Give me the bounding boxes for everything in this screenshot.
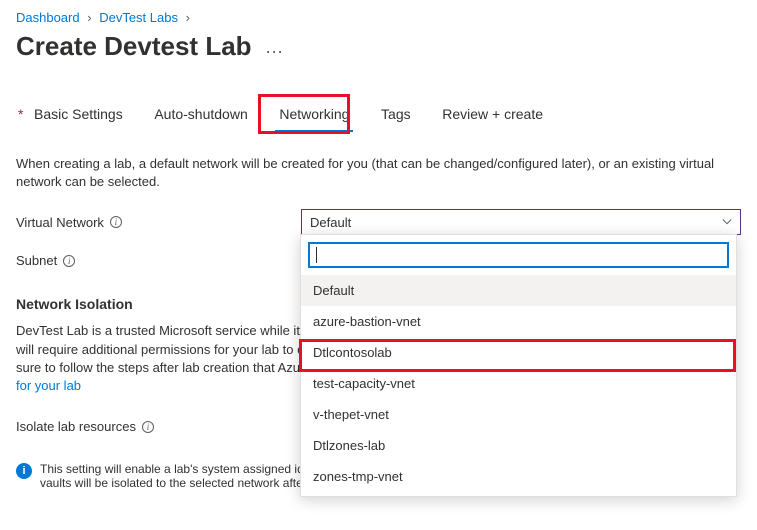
dropdown-option-test-capacity-vnet[interactable]: test-capacity-vnet bbox=[301, 368, 736, 399]
vnet-select[interactable]: Default bbox=[301, 209, 741, 235]
chevron-down-icon bbox=[722, 217, 732, 227]
info-icon[interactable]: i bbox=[110, 216, 122, 228]
tab-description: When creating a lab, a default network w… bbox=[16, 155, 736, 191]
breadcrumb-separator: › bbox=[87, 10, 91, 25]
tabs: Basic Settings Auto-shutdown Networking … bbox=[16, 98, 741, 133]
vnet-dropdown-panel: Default azure-bastion-vnet Dtlcontosolab… bbox=[300, 234, 737, 497]
dropdown-option-v-thepet-vnet[interactable]: v-thepet-vnet bbox=[301, 399, 736, 430]
field-virtual-network: Virtual Network i Default bbox=[16, 209, 741, 235]
vnet-label: Virtual Network i bbox=[16, 215, 301, 230]
breadcrumb: Dashboard › DevTest Labs › bbox=[16, 10, 741, 25]
tab-basic-settings[interactable]: Basic Settings bbox=[16, 98, 137, 132]
tab-networking[interactable]: Networking bbox=[265, 98, 363, 132]
dropdown-options-list: Default azure-bastion-vnet Dtlcontosolab… bbox=[301, 275, 736, 496]
page-header: Create Devtest Lab ··· bbox=[16, 31, 741, 62]
isolate-label-text: Isolate lab resources bbox=[16, 419, 136, 434]
page-title: Create Devtest Lab bbox=[16, 31, 252, 62]
dropdown-option-azure-bastion-vnet[interactable]: azure-bastion-vnet bbox=[301, 306, 736, 337]
breadcrumb-item-dashboard[interactable]: Dashboard bbox=[16, 10, 80, 25]
dropdown-search-input[interactable] bbox=[308, 242, 729, 268]
dropdown-option-zones-tmp-vnet[interactable]: zones-tmp-vnet bbox=[301, 461, 736, 492]
dropdown-option-dtlcontosolab[interactable]: Dtlcontosolab bbox=[301, 337, 736, 368]
isolate-label: Isolate lab resources i bbox=[16, 419, 301, 434]
subnet-label: Subnet i bbox=[16, 253, 301, 268]
more-actions-button[interactable]: ··· bbox=[265, 41, 283, 61]
dropdown-option-default[interactable]: Default bbox=[301, 275, 736, 306]
tab-review-create[interactable]: Review + create bbox=[428, 98, 557, 132]
breadcrumb-item-devtestlabs[interactable]: DevTest Labs bbox=[99, 10, 178, 25]
subnet-label-text: Subnet bbox=[16, 253, 57, 268]
tab-tags[interactable]: Tags bbox=[367, 98, 425, 132]
tab-auto-shutdown[interactable]: Auto-shutdown bbox=[140, 98, 261, 132]
text-cursor bbox=[316, 247, 317, 263]
info-icon[interactable]: i bbox=[142, 421, 154, 433]
info-icon-filled: i bbox=[16, 463, 32, 479]
info-icon[interactable]: i bbox=[63, 255, 75, 267]
breadcrumb-separator: › bbox=[186, 10, 190, 25]
vnet-select-value: Default bbox=[310, 215, 351, 230]
dropdown-option-dtlzones-lab[interactable]: Dtlzones-lab bbox=[301, 430, 736, 461]
vnet-label-text: Virtual Network bbox=[16, 215, 104, 230]
